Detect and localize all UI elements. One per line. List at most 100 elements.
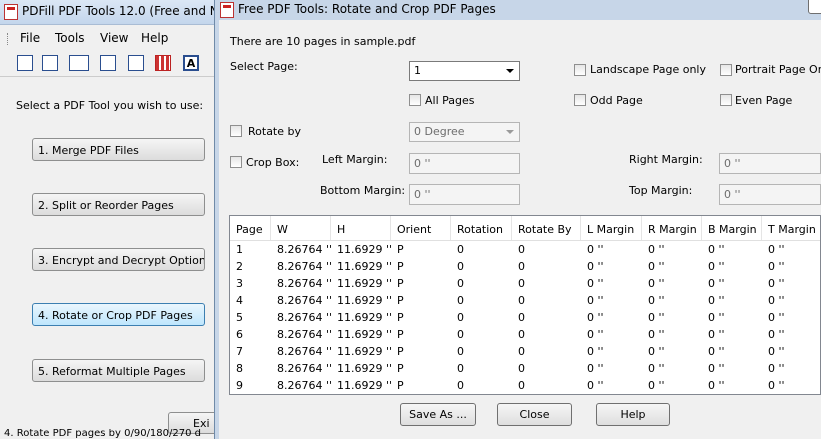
save-as-button[interactable]: Save As ...: [400, 403, 476, 426]
table-row[interactable]: 5 8.26764 '' 11.6929 '' P 0 0 0 '' 0 '' 0 '' 0 '': [230, 309, 820, 326]
table-row[interactable]: 3 8.26764 '' 11.6929 '' P 0 0 0 '' 0 '' 0 '' 0 '': [230, 275, 820, 292]
help-button[interactable]: Help: [596, 403, 670, 426]
table-cell: 8: [236, 362, 243, 375]
table-cell: P: [397, 294, 404, 307]
table-cell: 0 '': [587, 277, 604, 290]
all-pages-label: All Pages: [425, 94, 475, 107]
table-row[interactable]: 1 8.26764 '' 11.6929 '' P 0 0 0 '' 0 '' 0 '' 0 '': [230, 241, 820, 258]
chevron-down-icon: [506, 69, 514, 73]
select-page-label: Select Page:: [230, 60, 298, 73]
select-page-value: 1: [414, 64, 421, 77]
column-header[interactable]: Orient: [391, 216, 451, 240]
even-page-checkbox[interactable]: [720, 94, 732, 106]
column-header[interactable]: B Margin: [702, 216, 762, 240]
pages-table[interactable]: Page W H Orient Rotation Rotate By L Margin R M…: [229, 215, 821, 395]
table-cell: 0 '': [648, 277, 665, 290]
portrait-checkbox[interactable]: [720, 64, 732, 76]
table-cell: 0 '': [648, 294, 665, 307]
odd-page-checkbox[interactable]: [574, 94, 586, 106]
grid-icon[interactable]: [128, 55, 144, 71]
menu-tools[interactable]: Tools: [55, 31, 85, 45]
menu-grip: [7, 33, 10, 45]
rotate-by-checkbox[interactable]: [230, 125, 242, 137]
odd-page-label: Odd Page: [590, 94, 643, 107]
menu-help[interactable]: Help: [141, 31, 168, 45]
table-cell: 0: [518, 345, 525, 358]
table-cell: 0: [457, 345, 464, 358]
table-cell: 4: [236, 294, 243, 307]
bottom-margin-label: Bottom Margin:: [320, 184, 406, 197]
pdfill-app-icon: [4, 4, 18, 20]
rotate-by-label: Rotate by: [248, 125, 302, 138]
table-cell: 11.6929 '': [337, 243, 393, 256]
rotate-by-dropdown[interactable]: 0 Degree: [409, 122, 520, 142]
page-count-info: There are 10 pages in sample.pdf: [230, 35, 416, 48]
reformat-pages-button[interactable]: 5. Reformat Multiple Pages: [32, 359, 205, 382]
table-cell: 0 '': [768, 243, 785, 256]
encrypt-decrypt-button[interactable]: 3. Encrypt and Decrypt Options: [32, 248, 205, 271]
column-header[interactable]: Rotation: [451, 216, 512, 240]
merge-pdf-button[interactable]: 1. Merge PDF Files: [32, 138, 205, 161]
menu-view[interactable]: View: [100, 31, 128, 45]
resize-icon[interactable]: [42, 55, 58, 71]
table-cell: P: [397, 311, 404, 324]
table-cell: 8.26764 '': [277, 294, 333, 307]
table-cell: 0: [457, 311, 464, 324]
copy-pages-icon[interactable]: [17, 55, 33, 71]
dialog-app-icon: [220, 2, 234, 18]
menu-bar: File Tools View Help: [0, 28, 240, 50]
menu-file[interactable]: File: [20, 31, 40, 45]
rotate-icon[interactable]: [100, 55, 116, 71]
table-row[interactable]: 7 8.26764 '' 11.6929 '' P 0 0 0 '' 0 '' 0 '' 0 '': [230, 343, 820, 360]
left-margin-label: Left Margin:: [322, 153, 388, 166]
table-cell: 0 '': [648, 345, 665, 358]
table-cell: 11.6929 '': [337, 379, 393, 392]
main-title-bar[interactable]: PDFill PDF Tools 12.0 (Free and No: [0, 0, 240, 25]
right-margin-input[interactable]: 0 '': [719, 153, 821, 174]
dialog-title-bar[interactable]: Free PDF Tools: Rotate and Crop PDF Page…: [214, 0, 821, 20]
table-row[interactable]: 9 8.26764 '' 11.6929 '' P 0 0 0 '' 0 '' 0 '' 0 '': [230, 377, 820, 394]
table-cell: 0 '': [768, 379, 785, 392]
table-row[interactable]: 6 8.26764 '' 11.6929 '' P 0 0 0 '' 0 '' 0 '' 0 '': [230, 326, 820, 343]
table-cell: 0 '': [708, 362, 725, 375]
table-row[interactable]: 2 8.26764 '' 11.6929 '' P 0 0 0 '' 0 '' 0 '' 0 '': [230, 258, 820, 275]
crop-box-label: Crop Box:: [246, 156, 300, 169]
table-header: Page W H Orient Rotation Rotate By L Margin R M…: [230, 216, 820, 241]
table-cell: 0 '': [708, 294, 725, 307]
table-cell: 0 '': [768, 277, 785, 290]
table-cell: 0 '': [768, 328, 785, 341]
table-row[interactable]: 8 8.26764 '' 11.6929 '' P 0 0 0 '' 0 '' 0 '' 0 '': [230, 360, 820, 377]
left-margin-input[interactable]: 0 '': [409, 153, 520, 174]
column-header[interactable]: Page: [230, 216, 271, 240]
rotate-crop-button[interactable]: 4. Rotate or Crop PDF Pages: [32, 303, 205, 326]
column-header[interactable]: R Margin: [642, 216, 702, 240]
column-header[interactable]: Rotate By: [512, 216, 581, 240]
column-header[interactable]: H: [331, 216, 391, 240]
all-pages-checkbox[interactable]: [409, 94, 421, 106]
table-row[interactable]: 4 8.26764 '' 11.6929 '' P 0 0 0 '' 0 '' 0 '' 0 '': [230, 292, 820, 309]
table-cell: 0 '': [708, 311, 725, 324]
landscape-checkbox[interactable]: [574, 64, 586, 76]
split-reorder-button[interactable]: 2. Split or Reorder Pages: [32, 193, 205, 216]
table-cell: 11.6929 '': [337, 328, 393, 341]
text-a-icon[interactable]: A: [183, 55, 199, 71]
bookmark-icon[interactable]: [155, 55, 171, 71]
column-header[interactable]: W: [271, 216, 331, 240]
table-cell: 0: [518, 362, 525, 375]
table-cell: P: [397, 277, 404, 290]
encrypt-icon[interactable]: [69, 55, 89, 71]
close-icon[interactable]: [808, 0, 821, 14]
table-cell: 8.26764 '': [277, 345, 333, 358]
crop-box-checkbox[interactable]: [230, 156, 242, 168]
select-page-dropdown[interactable]: 1: [409, 61, 520, 81]
table-cell: 0: [518, 277, 525, 290]
column-header[interactable]: T Margin: [762, 216, 820, 240]
bottom-margin-input[interactable]: 0 '': [409, 184, 520, 205]
top-margin-input[interactable]: 0 '': [719, 184, 821, 205]
column-header[interactable]: L Margin: [581, 216, 642, 240]
table-cell: 0: [457, 328, 464, 341]
right-margin-label: Right Margin:: [629, 153, 703, 166]
table-cell: P: [397, 260, 404, 273]
close-button[interactable]: Close: [497, 403, 572, 426]
table-cell: 0: [518, 311, 525, 324]
